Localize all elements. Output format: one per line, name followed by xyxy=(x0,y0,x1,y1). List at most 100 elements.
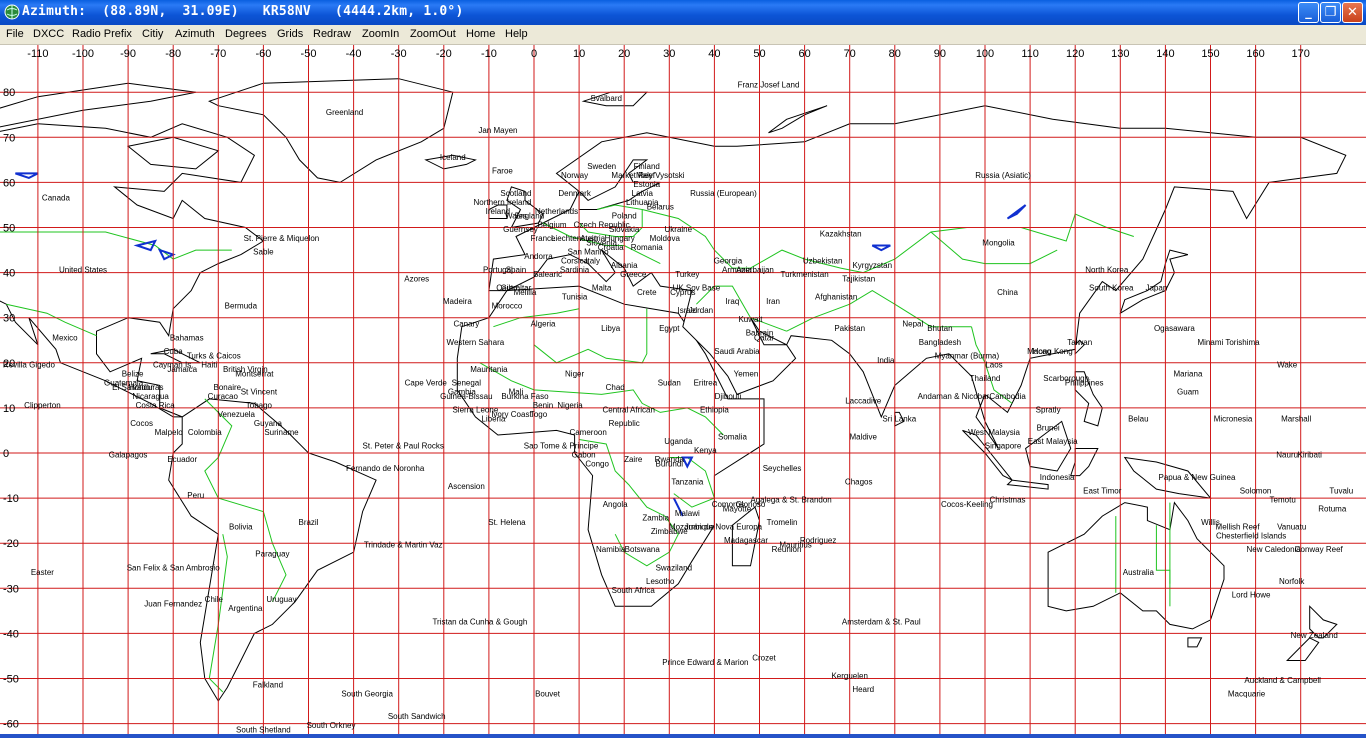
place-label[interactable]: Malpelo xyxy=(155,428,184,437)
place-label[interactable]: Rotuma xyxy=(1318,505,1347,514)
place-label[interactable]: Uzbekistan xyxy=(803,257,843,266)
place-label[interactable]: Latvia xyxy=(632,189,654,198)
place-label[interactable]: Pakistan xyxy=(834,324,865,333)
place-label[interactable]: Conway Reef xyxy=(1295,545,1344,554)
place-label[interactable]: Niger xyxy=(565,369,584,378)
place-label[interactable]: Northern Ireland xyxy=(474,198,532,207)
place-label[interactable]: Auckland & Campbell xyxy=(1244,676,1321,685)
place-label[interactable]: Kiribati xyxy=(1297,451,1322,460)
place-label[interactable]: Nigeria xyxy=(557,401,583,410)
place-label[interactable]: Tristan da Cunha & Gough xyxy=(432,617,527,626)
place-label[interactable]: Turks & Caicos xyxy=(187,351,241,360)
place-label[interactable]: Sao Tome & Principe xyxy=(524,441,599,450)
place-label[interactable]: Laos xyxy=(985,360,1002,369)
place-label[interactable]: Bolivia xyxy=(229,523,253,532)
menu-azimuth[interactable]: Azimuth xyxy=(175,28,215,40)
place-label[interactable]: Peru xyxy=(187,491,204,500)
minimize-button[interactable]: _ xyxy=(1298,2,1319,23)
place-label[interactable]: Cocos-Keeling xyxy=(941,500,993,509)
place-label[interactable]: Belize xyxy=(122,369,144,378)
menu-zoomout[interactable]: ZoomOut xyxy=(410,28,456,40)
place-label[interactable]: Nepal xyxy=(902,320,923,329)
place-label[interactable]: Netherlands xyxy=(535,207,578,216)
place-label[interactable]: St. Helena xyxy=(488,518,526,527)
place-label[interactable]: Benin xyxy=(533,401,553,410)
menu-degrees[interactable]: Degrees xyxy=(225,28,267,40)
place-label[interactable]: Georgia xyxy=(714,257,743,266)
place-label[interactable]: Senegal xyxy=(452,378,482,387)
place-label[interactable]: San Marino xyxy=(568,248,609,257)
place-label[interactable]: Ecuador xyxy=(167,455,197,464)
place-label[interactable]: Venezuela xyxy=(218,410,256,419)
place-label[interactable]: Myanmar (Burma) xyxy=(935,351,1000,360)
place-label[interactable]: North Korea xyxy=(1085,266,1129,275)
place-label[interactable]: Republic xyxy=(609,419,640,428)
place-label[interactable]: Ukraine xyxy=(665,225,693,234)
place-label[interactable]: Thailand xyxy=(970,374,1001,383)
place-label[interactable]: Liberia xyxy=(481,414,506,423)
place-label[interactable]: Haiti xyxy=(201,360,217,369)
place-label[interactable]: New Caledonia xyxy=(1247,545,1302,554)
place-label[interactable]: Norway xyxy=(561,171,588,180)
place-label[interactable]: Canada xyxy=(42,193,71,202)
place-label[interactable]: Kuwait xyxy=(738,315,763,324)
place-label[interactable]: Maldive xyxy=(849,432,877,441)
place-label[interactable]: Kenya xyxy=(694,446,717,455)
place-label[interactable]: Zaire xyxy=(624,455,643,464)
place-label[interactable]: Kerguelen xyxy=(831,672,867,681)
place-label[interactable]: Tanzania xyxy=(671,478,704,487)
place-label[interactable]: Paraguay xyxy=(255,550,289,559)
place-label[interactable]: Faroe xyxy=(492,166,513,175)
place-label[interactable]: Bhutan xyxy=(927,324,952,333)
place-label[interactable]: United States xyxy=(59,266,107,275)
menu-dxcc[interactable]: DXCC xyxy=(33,28,64,40)
place-label[interactable]: Revilla Gigedo xyxy=(3,360,56,369)
place-label[interactable]: Brazil xyxy=(298,518,318,527)
place-label[interactable]: Uganda xyxy=(664,437,693,446)
place-label[interactable]: Seychelles xyxy=(763,464,802,473)
place-label[interactable]: Sweden xyxy=(587,162,616,171)
place-label[interactable]: Solomon xyxy=(1240,487,1272,496)
place-label[interactable]: Congo xyxy=(585,460,609,469)
place-label[interactable]: Scotland xyxy=(500,189,531,198)
place-label[interactable]: Norfolk xyxy=(1279,577,1305,586)
place-label[interactable]: Poland xyxy=(612,211,637,220)
place-label[interactable]: Reunion xyxy=(772,545,802,554)
place-label[interactable]: Botswana xyxy=(625,545,661,554)
place-label[interactable]: Agalega & St. Brandon xyxy=(750,496,831,505)
place-label[interactable]: Yemen xyxy=(734,369,759,378)
place-label[interactable]: South Sandwich xyxy=(388,712,446,721)
place-label[interactable]: Christmas xyxy=(990,496,1026,505)
place-label[interactable]: Azores xyxy=(404,275,429,284)
place-label[interactable]: Slovakia xyxy=(609,225,640,234)
place-label[interactable]: Belarus xyxy=(647,202,674,211)
place-label[interactable]: Iran xyxy=(766,297,780,306)
menu-city[interactable]: Citiy xyxy=(142,28,163,40)
place-label[interactable]: Indonesia xyxy=(1040,473,1075,482)
close-button[interactable]: ✕ xyxy=(1342,2,1363,23)
place-label[interactable]: Turkmenistan xyxy=(781,270,829,279)
menu-zoomin[interactable]: ZoomIn xyxy=(362,28,399,40)
place-label[interactable]: Hong Kong xyxy=(1033,347,1073,356)
place-label[interactable]: Estonia xyxy=(633,180,660,189)
place-label[interactable]: Russia (Asiatic) xyxy=(975,171,1031,180)
place-label[interactable]: Tuvalu xyxy=(1329,487,1353,496)
place-label[interactable]: Cuba xyxy=(164,347,184,356)
place-label[interactable]: Moldova xyxy=(650,234,681,243)
place-label[interactable]: Mayotte xyxy=(723,505,752,514)
place-label[interactable]: Sri Lanka xyxy=(882,414,916,423)
place-label[interactable]: Chad xyxy=(606,383,625,392)
place-label[interactable]: Egypt xyxy=(659,324,680,333)
place-label[interactable]: Juan Fernandez xyxy=(144,599,202,608)
place-label[interactable]: Cameroon xyxy=(569,428,606,437)
place-label[interactable]: Saudi Arabia xyxy=(714,347,760,356)
place-label[interactable]: Mariana xyxy=(1173,369,1202,378)
place-label[interactable]: Kyrgyzstan xyxy=(852,261,892,270)
place-label[interactable]: Bermuda xyxy=(225,302,258,311)
place-label[interactable]: Vanuatu xyxy=(1277,523,1306,532)
place-label[interactable]: Ascension xyxy=(448,482,485,491)
place-label[interactable]: Guam xyxy=(1177,387,1199,396)
place-label[interactable]: Rodriguez xyxy=(800,536,836,545)
place-label[interactable]: East Timor xyxy=(1083,487,1122,496)
place-label[interactable]: Iraq xyxy=(726,297,740,306)
